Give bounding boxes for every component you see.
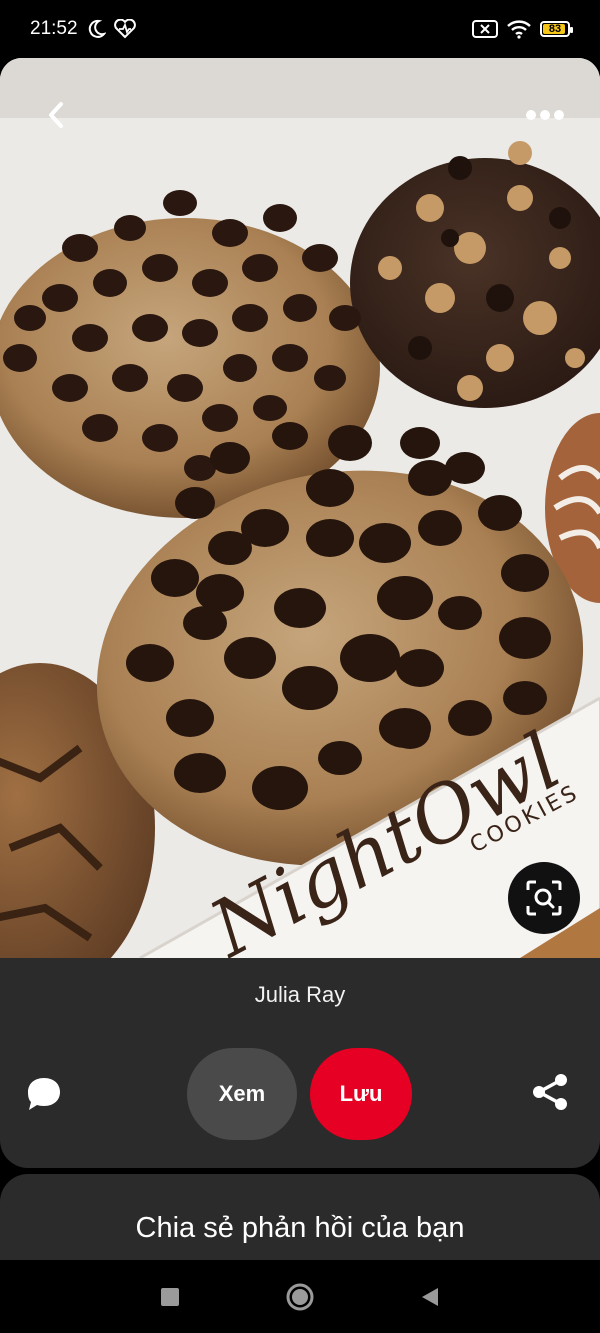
status-bar: 21:52 83	[0, 0, 600, 58]
back-button[interactable]	[28, 86, 86, 144]
save-button[interactable]: Lưu	[310, 1048, 412, 1140]
visual-search-button[interactable]	[508, 862, 580, 934]
pin-image[interactable]: NightOwl COOKIES	[0, 58, 600, 958]
moon-icon	[88, 19, 106, 38]
share-icon	[533, 1074, 567, 1110]
comment-button[interactable]	[22, 1072, 66, 1116]
recent-apps-button[interactable]	[155, 1282, 185, 1312]
pin-action-panel: Julia Ray Xem Lưu	[0, 958, 600, 1168]
wifi-icon	[507, 20, 531, 39]
battery-icon: 83	[540, 21, 573, 37]
back-nav-button[interactable]	[415, 1282, 445, 1312]
back-arrow-icon	[49, 102, 63, 128]
feedback-title: Chia sẻ phản hồi của bạn	[135, 1212, 465, 1244]
visual-search-icon	[526, 880, 562, 916]
recent-apps-icon	[161, 1287, 179, 1306]
back-icon	[422, 1287, 438, 1306]
comment-icon	[28, 1078, 60, 1110]
sim-off-icon	[472, 20, 498, 38]
system-nav-bar	[0, 1260, 600, 1333]
cookie-photo: NightOwl COOKIES	[0, 58, 600, 958]
more-options-button[interactable]	[516, 86, 574, 144]
view-button[interactable]: Xem	[187, 1048, 297, 1140]
home-icon	[286, 1283, 314, 1310]
status-left: 21:52	[30, 18, 136, 40]
feedback-panel: Chia sẻ phản hồi của bạn	[0, 1174, 600, 1260]
battery-level: 83	[548, 23, 562, 35]
author-name[interactable]: Julia Ray	[0, 982, 600, 1008]
share-button[interactable]	[530, 1072, 570, 1112]
heart-pulse-icon	[113, 19, 136, 39]
status-right: 83	[472, 19, 573, 39]
home-button[interactable]	[285, 1282, 315, 1312]
more-options-icon	[526, 110, 564, 120]
status-time: 21:52	[30, 18, 78, 39]
